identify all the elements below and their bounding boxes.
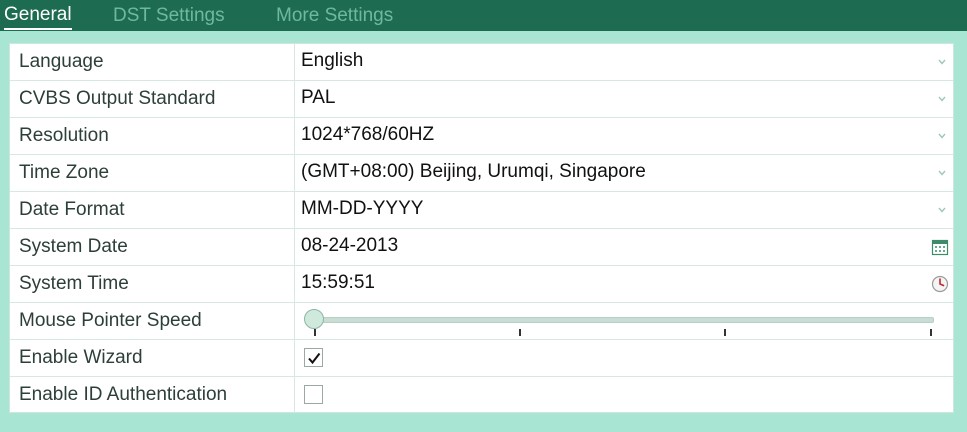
slider-tick <box>519 329 521 336</box>
slider-handle[interactable] <box>304 309 324 329</box>
language-value: English <box>301 50 364 71</box>
setting-row-system-time: System Time 15:59:51 <box>10 266 953 303</box>
calendar-icon[interactable] <box>931 238 949 256</box>
enable-wizard-label: Enable Wizard <box>10 340 295 376</box>
setting-row-time-zone: Time Zone (GMT+08:00) Beijing, Urumqi, S… <box>10 155 953 192</box>
mouse-pointer-speed-cell <box>296 303 953 339</box>
slider-tick <box>724 329 726 336</box>
setting-row-system-date: System Date 08-24-2013 <box>10 229 953 266</box>
date-format-dropdown[interactable]: MM-DD-YYYY <box>296 192 953 228</box>
slider-track[interactable] <box>314 317 934 323</box>
system-time-value: 15:59:51 <box>301 272 375 293</box>
system-date-label: System Date <box>10 229 295 265</box>
chevron-down-icon <box>938 170 946 176</box>
setting-row-mouse-pointer-speed: Mouse Pointer Speed <box>10 303 953 340</box>
chevron-down-icon <box>938 133 946 139</box>
time-zone-dropdown[interactable]: (GMT+08:00) Beijing, Urumqi, Singapore <box>296 155 953 191</box>
enable-wizard-cell <box>296 340 953 376</box>
setting-row-cvbs-output-standard: CVBS Output Standard PAL <box>10 81 953 118</box>
chevron-down-icon <box>938 59 946 65</box>
setting-row-enable-wizard: Enable Wizard <box>10 340 953 377</box>
enable-wizard-checkbox[interactable] <box>304 348 323 367</box>
tab-general[interactable]: General <box>4 4 72 30</box>
cvbs-output-standard-dropdown[interactable]: PAL <box>296 81 953 117</box>
chevron-down-icon <box>938 207 946 213</box>
slider-tick <box>314 329 316 336</box>
system-date-value: 08-24-2013 <box>301 235 399 256</box>
enable-id-authentication-checkbox[interactable] <box>304 385 323 404</box>
time-zone-value: (GMT+08:00) Beijing, Urumqi, Singapore <box>301 161 646 182</box>
settings-panel: Language English CVBS Output Standard PA… <box>9 43 954 413</box>
language-label: Language <box>10 44 295 80</box>
mouse-pointer-speed-slider[interactable] <box>304 303 934 339</box>
time-zone-label: Time Zone <box>10 155 295 191</box>
checkmark-icon <box>308 352 321 365</box>
cvbs-output-standard-label: CVBS Output Standard <box>10 81 295 117</box>
date-format-label: Date Format <box>10 192 295 228</box>
setting-row-resolution: Resolution 1024*768/60HZ <box>10 118 953 155</box>
resolution-value: 1024*768/60HZ <box>301 124 435 145</box>
enable-id-authentication-label: Enable ID Authentication <box>10 377 295 413</box>
tab-more-settings[interactable]: More Settings <box>276 4 393 28</box>
resolution-label: Resolution <box>10 118 295 154</box>
setting-row-enable-id-authentication: Enable ID Authentication <box>10 377 953 414</box>
chevron-down-icon <box>938 96 946 102</box>
language-dropdown[interactable]: English <box>296 44 953 80</box>
tab-dst-settings[interactable]: DST Settings <box>113 4 225 28</box>
tab-bar: General DST Settings More Settings <box>0 0 967 31</box>
system-time-field[interactable]: 15:59:51 <box>296 266 953 302</box>
system-time-label: System Time <box>10 266 295 302</box>
clock-icon[interactable] <box>931 275 949 293</box>
date-format-value: MM-DD-YYYY <box>301 198 424 219</box>
setting-row-date-format: Date Format MM-DD-YYYY <box>10 192 953 229</box>
resolution-dropdown[interactable]: 1024*768/60HZ <box>296 118 953 154</box>
mouse-pointer-speed-label: Mouse Pointer Speed <box>10 303 295 339</box>
enable-id-authentication-cell <box>296 377 953 413</box>
slider-tick <box>930 329 932 336</box>
system-date-field[interactable]: 08-24-2013 <box>296 229 953 265</box>
setting-row-language: Language English <box>10 44 953 81</box>
cvbs-output-standard-value: PAL <box>301 87 336 108</box>
